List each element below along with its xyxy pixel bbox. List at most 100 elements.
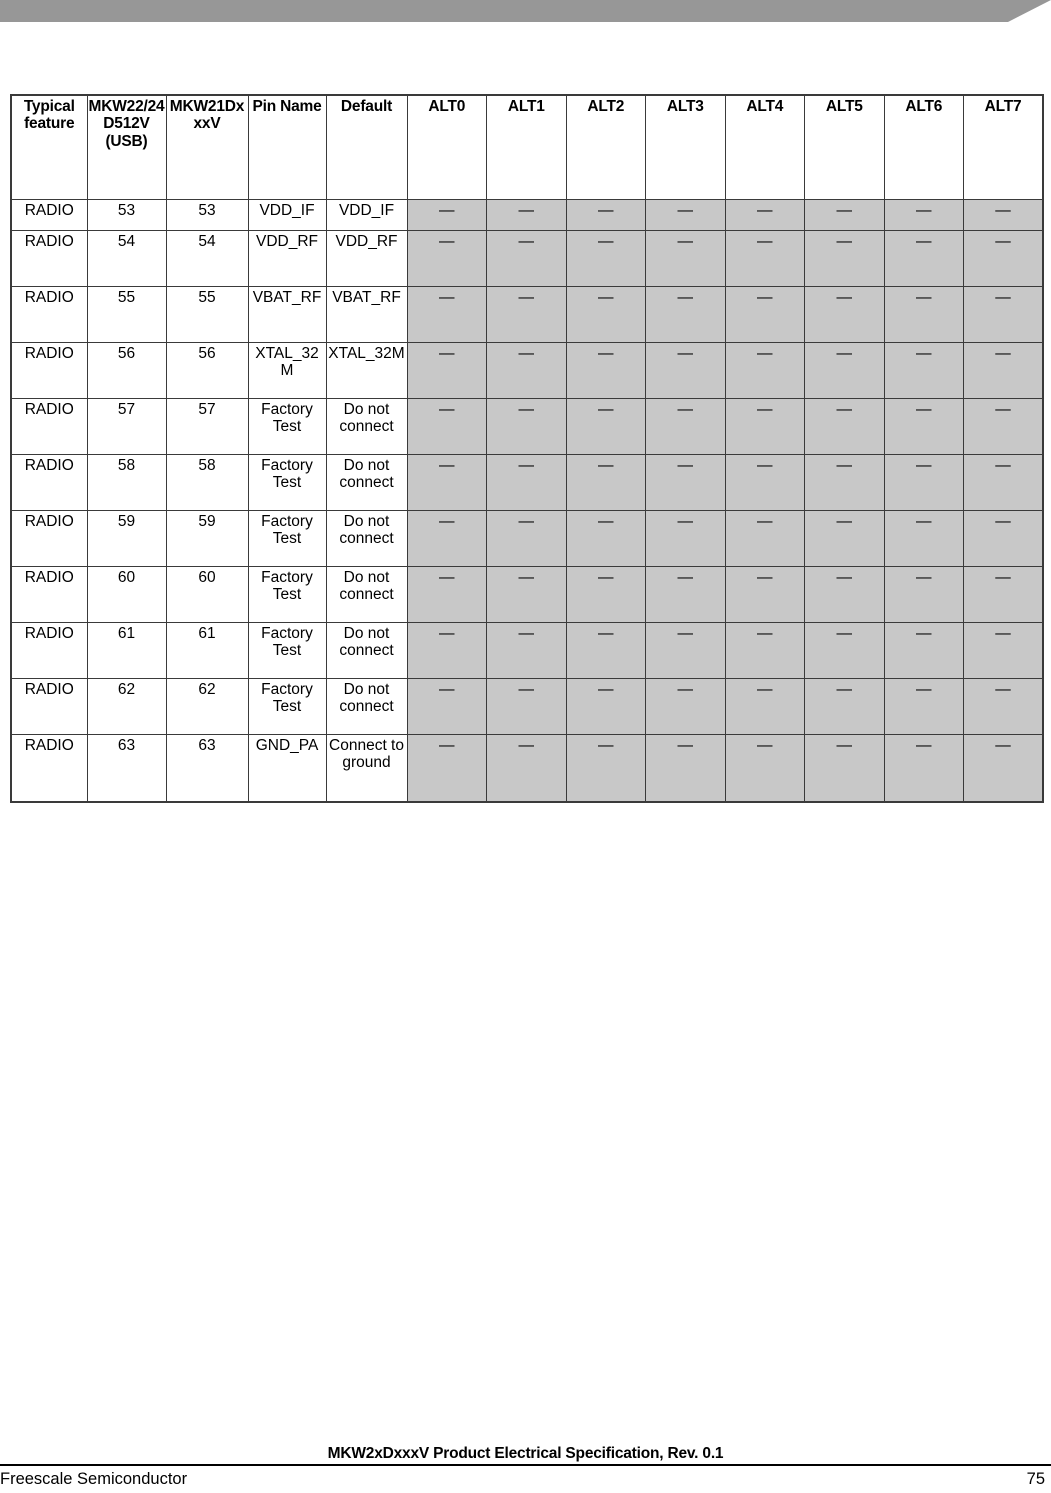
- dash-glyph: —: [518, 569, 535, 586]
- dash-glyph: —: [439, 625, 455, 642]
- cell-mkw22-pin: 54: [86, 230, 167, 287]
- cell-alt7: —: [963, 510, 1044, 567]
- dash-glyph: —: [916, 569, 932, 586]
- cell-alt2: —: [565, 398, 646, 455]
- dash-glyph: —: [518, 202, 535, 219]
- dash-glyph: —: [836, 401, 853, 418]
- dash-glyph: —: [598, 289, 614, 306]
- column-header-alt2: ALT2: [565, 94, 646, 200]
- cell-alt0: —: [406, 510, 487, 567]
- cell-alt0: —: [406, 622, 487, 679]
- cell-alt4: —: [724, 566, 805, 623]
- cell-alt4: —: [724, 734, 805, 803]
- dash-glyph: —: [598, 625, 614, 642]
- cell-default: VDD_IF: [325, 199, 408, 231]
- cell-alt7: —: [963, 678, 1044, 735]
- cell-alt1: —: [486, 510, 567, 567]
- cell-alt4: —: [724, 230, 805, 287]
- cell-typical-feature: RADIO: [10, 342, 88, 399]
- cell-mkw21-pin: 55: [165, 286, 249, 343]
- cell-alt4: —: [724, 199, 805, 231]
- cell-typical-feature: RADIO: [10, 734, 88, 803]
- cell-alt6: —: [883, 199, 964, 231]
- cell-default: XTAL_32M: [325, 342, 408, 399]
- cell-alt6: —: [883, 622, 964, 679]
- dash-glyph: —: [995, 457, 1011, 474]
- cell-alt7: —: [963, 734, 1044, 803]
- cell-alt0: —: [406, 342, 487, 399]
- dash-glyph: —: [916, 513, 932, 530]
- cell-mkw22-pin: 61: [86, 622, 167, 679]
- dash-glyph: —: [836, 569, 853, 586]
- dash-glyph: —: [518, 401, 535, 418]
- dash-glyph: —: [916, 625, 932, 642]
- dash-glyph: —: [916, 289, 932, 306]
- dash-glyph: —: [916, 401, 932, 418]
- cell-mkw22-pin: 58: [86, 454, 167, 511]
- dash-glyph: —: [995, 345, 1011, 362]
- column-header-mkw21dxxxv: MKW21DxxxV: [165, 94, 249, 200]
- cell-mkw21-pin: 53: [165, 199, 249, 231]
- dash-glyph: —: [757, 513, 773, 530]
- dash-glyph: —: [757, 737, 773, 754]
- dash-glyph: —: [757, 289, 773, 306]
- cell-alt5: —: [804, 734, 885, 803]
- dash-glyph: —: [995, 681, 1011, 698]
- dash-glyph: —: [439, 569, 455, 586]
- dash-glyph: —: [518, 625, 535, 642]
- cell-default: Do not connect: [325, 454, 408, 511]
- dash-glyph: —: [677, 569, 694, 586]
- dash-glyph: —: [677, 457, 694, 474]
- dash-glyph: —: [836, 202, 853, 219]
- dash-glyph: —: [836, 457, 853, 474]
- dash-glyph: —: [677, 401, 694, 418]
- cell-alt6: —: [883, 230, 964, 287]
- cell-alt3: —: [645, 454, 726, 511]
- cell-alt2: —: [565, 199, 646, 231]
- cell-alt2: —: [565, 286, 646, 343]
- dash-glyph: —: [757, 569, 773, 586]
- dash-glyph: —: [439, 401, 455, 418]
- cell-alt4: —: [724, 286, 805, 343]
- cell-pin-name: VDD_IF: [247, 199, 327, 231]
- cell-typical-feature: RADIO: [10, 230, 88, 287]
- dash-glyph: —: [518, 345, 535, 362]
- cell-alt2: —: [565, 510, 646, 567]
- cell-alt5: —: [804, 622, 885, 679]
- cell-mkw21-pin: 57: [165, 398, 249, 455]
- dash-glyph: —: [916, 737, 932, 754]
- cell-pin-name: Factory Test: [247, 566, 327, 623]
- cell-mkw22-pin: 56: [86, 342, 167, 399]
- footer-page-number: 75: [1026, 1470, 1045, 1488]
- cell-alt7: —: [963, 286, 1044, 343]
- dash-glyph: —: [836, 625, 853, 642]
- table-row: RADIO 63 63 GND_PA Connect to ground — — — — — — — —: [10, 734, 1044, 803]
- dash-glyph: —: [916, 233, 932, 250]
- cell-alt1: —: [486, 398, 567, 455]
- dash-glyph: —: [916, 681, 932, 698]
- cell-alt1: —: [486, 230, 567, 287]
- dash-glyph: —: [439, 202, 455, 219]
- column-header-alt7: ALT7: [963, 94, 1044, 200]
- dash-glyph: —: [598, 401, 614, 418]
- cell-alt2: —: [565, 454, 646, 511]
- dash-glyph: —: [677, 513, 694, 530]
- cell-mkw21-pin: 56: [165, 342, 249, 399]
- cell-typical-feature: RADIO: [10, 622, 88, 679]
- cell-alt0: —: [406, 286, 487, 343]
- cell-pin-name: Factory Test: [247, 398, 327, 455]
- cell-alt3: —: [645, 622, 726, 679]
- cell-mkw22-pin: 59: [86, 510, 167, 567]
- table-row: RADIO 58 58 Factory Test Do not connect — — — — —…: [10, 454, 1044, 511]
- cell-alt1: —: [486, 342, 567, 399]
- cell-default: Do not connect: [325, 510, 408, 567]
- cell-alt6: —: [883, 678, 964, 735]
- dash-glyph: —: [439, 681, 455, 698]
- cell-alt2: —: [565, 734, 646, 803]
- cell-alt0: —: [406, 678, 487, 735]
- cell-pin-name: Factory Test: [247, 678, 327, 735]
- cell-alt3: —: [645, 342, 726, 399]
- dash-glyph: —: [757, 202, 773, 219]
- table-row: RADIO 61 61 Factory Test Do not connect — — — — —…: [10, 622, 1044, 679]
- dash-glyph: —: [439, 457, 455, 474]
